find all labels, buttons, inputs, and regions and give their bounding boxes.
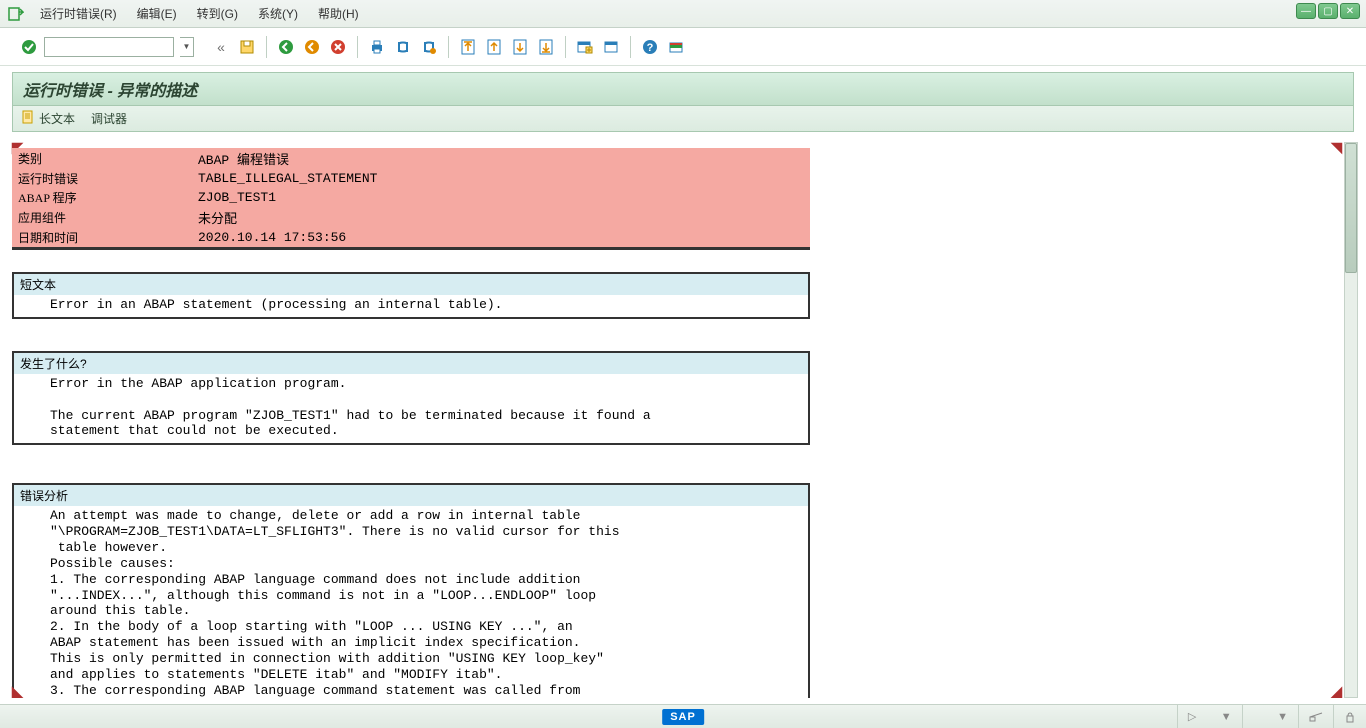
maximize-button[interactable]: ▢: [1318, 3, 1338, 19]
layout-icon[interactable]: [665, 36, 687, 58]
new-session-icon[interactable]: [574, 36, 596, 58]
print-icon[interactable]: [366, 36, 388, 58]
cancel-icon[interactable]: [327, 36, 349, 58]
back-icon[interactable]: [275, 36, 297, 58]
command-dropdown[interactable]: ▼: [180, 37, 194, 57]
debugger-button[interactable]: 调试器: [91, 110, 127, 127]
scrollbar-thumb[interactable]: [1345, 143, 1357, 273]
menu-system[interactable]: 系统(Y): [248, 0, 308, 27]
app-icon: [6, 4, 26, 24]
menu-edit[interactable]: 编辑(E): [127, 0, 187, 27]
corner-bottom-right: ◢: [1330, 686, 1342, 698]
svg-text:?: ?: [647, 42, 654, 54]
page-title: 运行时错误 - 异常的描述: [12, 72, 1354, 106]
save-icon[interactable]: [236, 36, 258, 58]
menu-runtime-error[interactable]: 运行时错误(R): [30, 0, 127, 27]
status-box-1[interactable]: ▷ ▼: [1177, 705, 1242, 728]
info-row: ABAP 程序ZJOB_TEST1: [12, 188, 810, 207]
sap-logo: SAP: [662, 709, 704, 725]
last-page-icon[interactable]: [535, 36, 557, 58]
document-icon: [21, 110, 35, 127]
status-box-2[interactable]: ▼: [1242, 705, 1298, 728]
info-row: 类别ABAP 编程错误: [12, 148, 810, 169]
minimize-button[interactable]: —: [1296, 3, 1316, 19]
info-row: 运行时错误TABLE_ILLEGAL_STATEMENT: [12, 169, 810, 188]
vertical-scrollbar[interactable]: [1344, 142, 1358, 698]
content-area: 类别ABAP 编程错误 运行时错误TABLE_ILLEGAL_STATEMENT…: [12, 142, 1342, 698]
window-controls: — ▢ ✕: [1296, 3, 1360, 19]
section-what-happened: 发生了什么? Error in the ABAP application pro…: [12, 351, 810, 445]
menu-help[interactable]: 帮助(H): [308, 0, 369, 27]
status-bar: SAP ▷ ▼ ▼: [0, 704, 1366, 728]
info-row: 应用组件未分配: [12, 207, 810, 228]
status-box-3[interactable]: [1298, 705, 1333, 728]
menu-goto[interactable]: 转到(G): [187, 0, 248, 27]
section-body: Error in the ABAP application program. T…: [14, 374, 808, 443]
next-page-icon[interactable]: [509, 36, 531, 58]
sub-toolbar: 长文本 调试器: [12, 106, 1354, 132]
help-icon[interactable]: ?: [639, 36, 661, 58]
enter-icon[interactable]: [20, 38, 38, 56]
error-info-table: 类别ABAP 编程错误 运行时错误TABLE_ILLEGAL_STATEMENT…: [12, 148, 810, 250]
corner-bottom-left: ◣: [12, 686, 24, 698]
create-shortcut-icon[interactable]: [600, 36, 622, 58]
first-page-icon[interactable]: [457, 36, 479, 58]
back-all-icon[interactable]: «: [210, 36, 232, 58]
debugger-label: 调试器: [91, 110, 127, 127]
find-next-icon[interactable]: [418, 36, 440, 58]
find-icon[interactable]: [392, 36, 414, 58]
long-text-button[interactable]: 长文本: [21, 110, 75, 127]
command-input[interactable]: [44, 37, 174, 57]
section-title: 错误分析: [14, 485, 808, 506]
exit-icon[interactable]: [301, 36, 323, 58]
section-body: An attempt was made to change, delete or…: [14, 506, 808, 698]
main-toolbar: ▼ « ?: [0, 28, 1366, 66]
info-row: 日期和时间2020.10.14 17:53:56: [12, 228, 810, 247]
section-title: 发生了什么?: [14, 353, 808, 374]
prev-page-icon[interactable]: [483, 36, 505, 58]
long-text-label: 长文本: [39, 110, 75, 127]
section-short-text: 短文本 Error in an ABAP statement (processi…: [12, 272, 810, 319]
section-body: Error in an ABAP statement (processing a…: [14, 295, 808, 317]
section-title: 短文本: [14, 274, 808, 295]
section-error-analysis: 错误分析 An attempt was made to change, dele…: [12, 483, 810, 698]
status-box-4[interactable]: [1333, 705, 1366, 728]
close-button[interactable]: ✕: [1340, 3, 1360, 19]
menu-bar: 运行时错误(R) 编辑(E) 转到(G) 系统(Y) 帮助(H) — ▢ ✕: [0, 0, 1366, 28]
